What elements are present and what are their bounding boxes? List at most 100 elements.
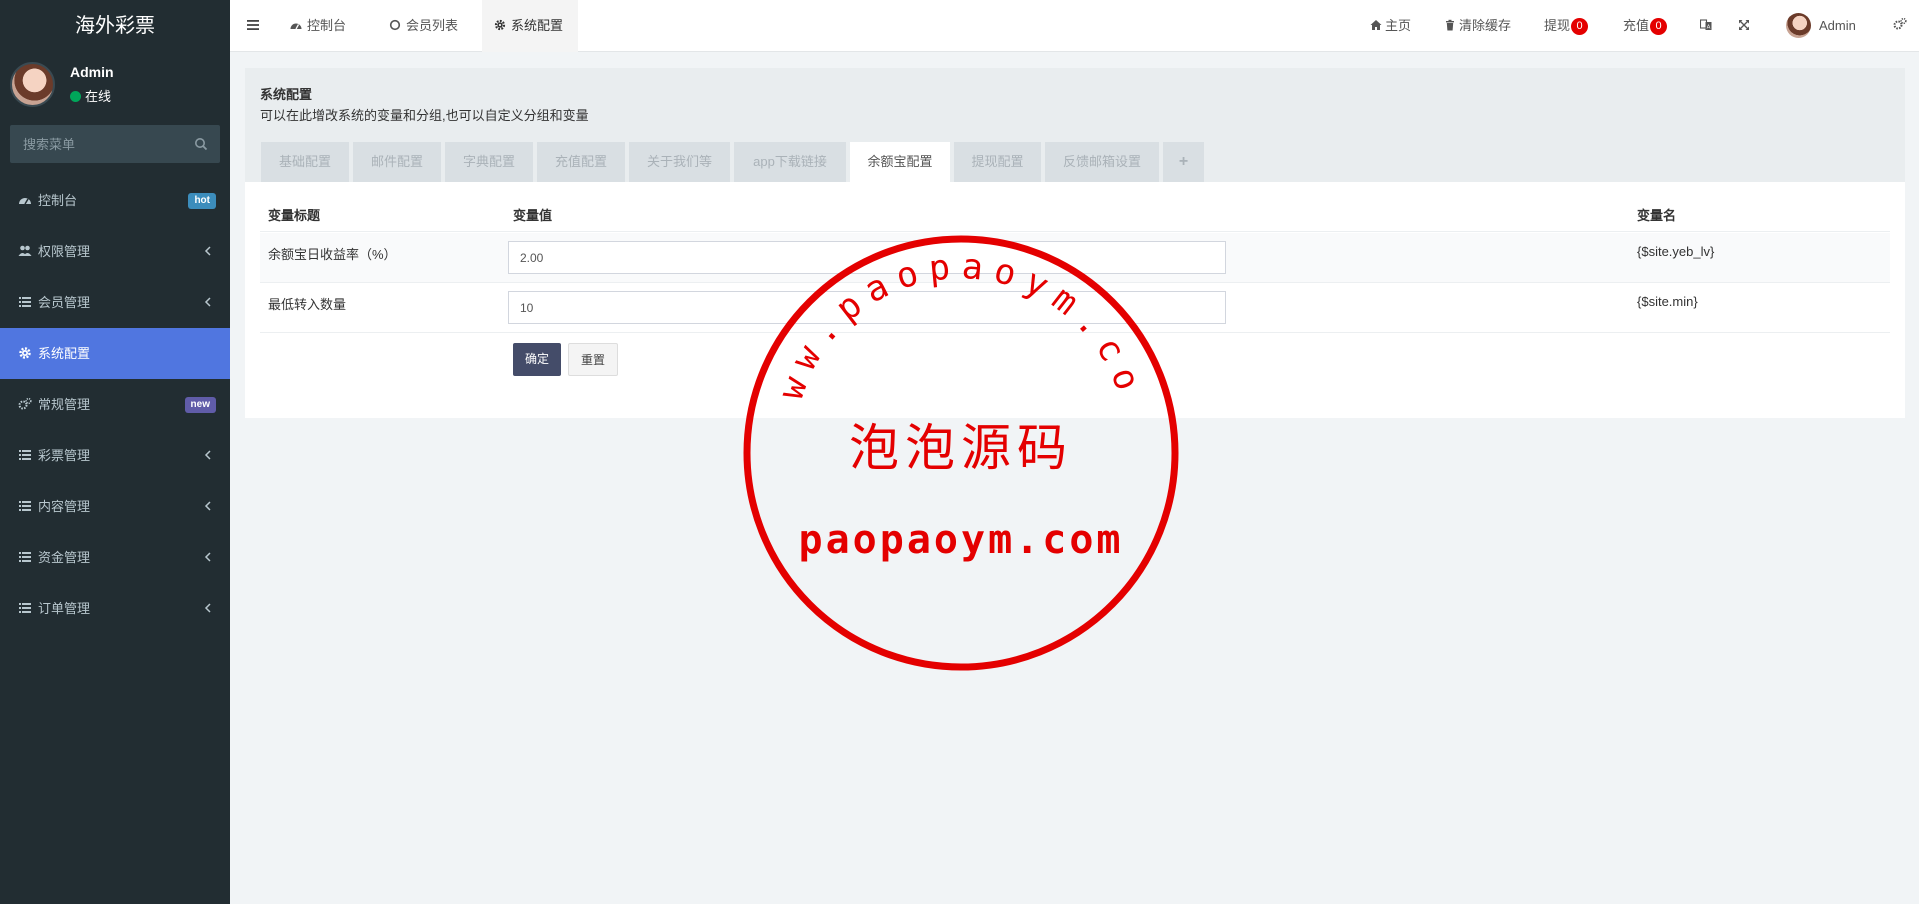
avatar <box>1786 13 1811 38</box>
sidebar: 海外彩票 Admin 在线 控制台 hot 权限管理 会员管理 系统配置 <box>0 0 230 904</box>
dashboard-icon <box>290 23 302 30</box>
header-var-title: 变量标题 <box>268 208 321 223</box>
panel-title: 系统配置 <box>260 87 313 102</box>
new-badge: new <box>184 397 216 413</box>
sidebar-item-dashboard[interactable]: 控制台 hot <box>0 175 230 226</box>
online-dot-icon <box>70 91 81 102</box>
sidebar-item-system-config[interactable]: 系统配置 <box>0 328 230 379</box>
row-title: 最低转入数量 <box>268 297 347 312</box>
stamp-arc-text: www.paopaoym.com <box>741 233 1151 405</box>
gears-icon <box>18 397 32 410</box>
sidebar-search-input[interactable] <box>10 125 180 163</box>
watermark-stamp: www.paopaoym.com 泡泡源码 paopaoym.com <box>741 233 1179 671</box>
sidebar-item-permissions[interactable]: 权限管理 <box>0 226 230 277</box>
recharge-link[interactable]: 充值 0 <box>1623 0 1668 52</box>
sidebar-item-label: 系统配置 <box>38 346 91 361</box>
row-title: 余额宝日收益率（%） <box>268 247 397 262</box>
user-panel: Admin 在线 <box>0 52 230 118</box>
sidebar-item-label: 彩票管理 <box>38 448 91 463</box>
tab-withdraw-config[interactable]: 提现配置 <box>954 142 1041 182</box>
tab-mail-config[interactable]: 邮件配置 <box>353 142 441 182</box>
avatar <box>10 62 55 107</box>
sidebar-item-label: 内容管理 <box>38 499 91 514</box>
sidebar-item-content[interactable]: 内容管理 <box>0 481 230 532</box>
sidebar-item-label: 会员管理 <box>38 295 91 310</box>
top-navbar: 控制台 会员列表 系统配置 主页 清除缓存 提现 0 充值 0 A Admin <box>230 0 1919 52</box>
withdraw-label: 提现 <box>1544 18 1571 33</box>
app-logo[interactable]: 海外彩票 <box>0 0 230 52</box>
sidebar-item-members[interactable]: 会员管理 <box>0 277 230 328</box>
sidebar-search <box>10 125 220 163</box>
chevron-left-icon <box>204 246 211 256</box>
gear-icon <box>19 347 31 359</box>
admin-menu[interactable]: Admin <box>1786 0 1856 52</box>
tab-label: 系统配置 <box>511 18 564 33</box>
chevron-left-icon <box>204 603 211 613</box>
header-var-name: 变量名 <box>1637 208 1677 223</box>
tab-app-download[interactable]: app下载链接 <box>734 142 846 182</box>
list-icon <box>19 297 31 307</box>
withdraw-link[interactable]: 提现 0 <box>1544 0 1589 52</box>
clear-cache-button[interactable]: 清除缓存 <box>1444 0 1511 52</box>
sidebar-item-label: 订单管理 <box>38 601 91 616</box>
search-icon[interactable] <box>194 137 208 151</box>
recharge-count-badge: 0 <box>1650 18 1668 35</box>
sidebar-menu: 控制台 hot 权限管理 会员管理 系统配置 常规管理 new 彩票管理 内容管… <box>0 175 230 634</box>
tab-basic-config[interactable]: 基础配置 <box>261 142 349 182</box>
tab-feedback-mail[interactable]: 反馈邮箱设置 <box>1045 142 1159 182</box>
panel-header: 系统配置 可以在此增改系统的变量和分组,也可以自定义分组和变量 基础配置 邮件配… <box>245 68 1905 182</box>
home-icon <box>1370 20 1382 30</box>
expand-icon <box>1739 20 1749 30</box>
sidebar-item-label: 控制台 <box>38 193 78 208</box>
home-label: 主页 <box>1385 18 1412 33</box>
admin-name: Admin <box>1819 18 1856 33</box>
sidebar-item-orders[interactable]: 订单管理 <box>0 583 230 634</box>
fullscreen-button[interactable] <box>1738 0 1753 52</box>
user-status: 在线 <box>70 86 111 105</box>
panel-description: 可以在此增改系统的变量和分组,也可以自定义分组和变量 <box>260 108 589 123</box>
sidebar-item-finance[interactable]: 资金管理 <box>0 532 230 583</box>
dashboard-icon <box>19 198 31 205</box>
header-var-value: 变量值 <box>513 208 553 223</box>
tab-label: 控制台 <box>307 18 347 33</box>
list-icon <box>19 603 31 613</box>
user-name: Admin <box>70 64 114 80</box>
table-header: 变量标题 变量值 变量名 <box>260 194 1890 232</box>
chevron-left-icon <box>204 297 211 307</box>
tab-system-config[interactable]: 系统配置 <box>482 0 578 52</box>
add-tab-button[interactable]: + <box>1163 142 1204 182</box>
translate-icon: A <box>1700 19 1712 31</box>
chevron-left-icon <box>204 450 211 460</box>
sidebar-item-label: 资金管理 <box>38 550 91 565</box>
language-button[interactable]: A <box>1700 0 1715 52</box>
tab-label: 会员列表 <box>406 18 459 33</box>
tab-dict-config[interactable]: 字典配置 <box>445 142 533 182</box>
sidebar-item-lottery[interactable]: 彩票管理 <box>0 430 230 481</box>
circle-icon <box>389 19 401 31</box>
list-icon <box>19 450 31 460</box>
svg-text:A: A <box>1707 25 1711 31</box>
home-link[interactable]: 主页 <box>1370 0 1411 52</box>
stamp-center-text: 泡泡源码 <box>849 419 1073 477</box>
withdraw-count-badge: 0 <box>1571 18 1589 35</box>
sidebar-item-general[interactable]: 常规管理 new <box>0 379 230 430</box>
clear-cache-label: 清除缓存 <box>1459 18 1512 33</box>
tab-dashboard[interactable]: 控制台 <box>278 0 358 52</box>
user-status-label: 在线 <box>85 89 112 104</box>
settings-button[interactable] <box>1893 0 1910 52</box>
tab-member-list[interactable]: 会员列表 <box>377 0 470 52</box>
confirm-button[interactable]: 确定 <box>513 343 562 376</box>
stamp-bottom-text: paopaoym.com <box>799 517 1124 563</box>
tab-yeb-config[interactable]: 余额宝配置 <box>850 142 950 182</box>
list-icon <box>19 552 31 562</box>
gears-icon <box>1893 17 1907 30</box>
sidebar-item-label: 常规管理 <box>38 397 91 412</box>
tab-recharge-config[interactable]: 充值配置 <box>537 142 625 182</box>
stamp-arc-path: www.paopaoym.com <box>741 233 1141 405</box>
gear-icon <box>494 19 506 31</box>
tab-about-us[interactable]: 关于我们等 <box>629 142 730 182</box>
menu-toggle-icon[interactable] <box>246 18 260 32</box>
row-var-name: {$site.yeb_lv} <box>1637 244 1715 259</box>
reset-button[interactable]: 重置 <box>568 343 619 376</box>
recharge-label: 充值 <box>1623 18 1650 33</box>
